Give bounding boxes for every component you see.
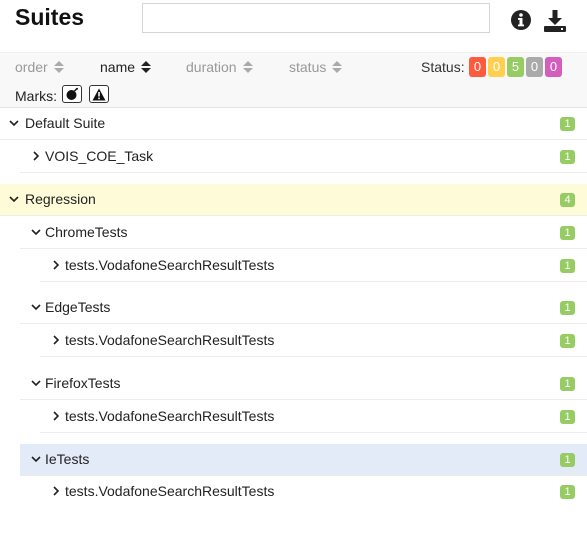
chevron-down-icon <box>31 456 41 463</box>
passed-count-badge: 1 <box>560 226 575 240</box>
chevron-down-icon <box>9 196 19 203</box>
tree-controls: order name duration status Status: 0 0 5… <box>0 52 587 108</box>
sort-duration-label: duration <box>186 59 237 75</box>
sort-name-label: name <box>100 59 136 75</box>
sort-name[interactable]: name <box>100 59 152 75</box>
passed-count-badge: 1 <box>560 453 575 467</box>
sort-icon <box>242 61 253 73</box>
tree-row-ie-tests[interactable]: IeTests 1 <box>20 444 587 476</box>
passed-count-badge: 1 <box>560 259 575 273</box>
passed-count-badge: 1 <box>560 301 575 315</box>
warning-icon <box>92 88 106 100</box>
passed-count-badge: 4 <box>560 193 575 207</box>
chevron-down-icon <box>31 229 41 236</box>
tree-row-label: IeTests <box>45 451 90 467</box>
marks-label: Marks: <box>15 88 57 104</box>
tree-row-edge-vodafone-tests[interactable]: tests.VodafoneSearchResultTests 1 <box>40 325 587 357</box>
sort-order-label: order <box>15 59 48 75</box>
passed-count-badge: 1 <box>560 410 575 424</box>
bomb-icon <box>66 87 78 100</box>
page-title: Suites <box>15 4 85 30</box>
tree-row-label: tests.VodafoneSearchResultTests <box>65 408 275 424</box>
chevron-down-icon <box>31 304 41 311</box>
tree-row-label: tests.VodafoneSearchResultTests <box>65 257 275 273</box>
page-header: Suites <box>0 0 587 52</box>
passed-count-badge: 1 <box>560 377 575 391</box>
tree-row-ie-vodafone-tests[interactable]: tests.VodafoneSearchResultTests 1 <box>40 476 587 508</box>
sort-order[interactable]: order <box>15 59 64 75</box>
tree-row-default-suite[interactable]: Default Suite 1 <box>0 108 587 140</box>
status-label: Status: <box>421 59 465 75</box>
chevron-right-icon <box>53 260 60 270</box>
tree-row-regression[interactable]: Regression 4 <box>0 184 587 216</box>
tree-row-label: tests.VodafoneSearchResultTests <box>65 332 275 348</box>
passed-count-badge: 1 <box>560 117 575 131</box>
status-failed-counter[interactable]: 0 <box>469 57 486 77</box>
tree-row-label: Default Suite <box>25 115 106 131</box>
passed-count-badge: 1 <box>560 150 575 164</box>
sort-status-label: status <box>289 59 327 75</box>
info-icon[interactable] <box>510 9 536 35</box>
tree-row-chrome-tests[interactable]: ChromeTests 1 <box>20 217 587 249</box>
chevron-right-icon <box>53 335 60 345</box>
tree-row-label: Regression <box>25 191 96 207</box>
sort-duration[interactable]: duration <box>186 59 253 75</box>
chevron-down-icon <box>9 120 19 127</box>
tree-row-label: tests.VodafoneSearchResultTests <box>65 483 275 499</box>
passed-count-badge: 1 <box>560 334 575 348</box>
tree-row-label: ChromeTests <box>45 224 128 240</box>
status-broken-counter[interactable]: 0 <box>488 57 505 77</box>
tree-row-label: VOIS_COE_Task <box>45 148 154 164</box>
chevron-right-icon <box>53 411 60 421</box>
tree-row-chrome-vodafone-tests[interactable]: tests.VodafoneSearchResultTests 1 <box>40 250 587 282</box>
sort-icon <box>141 61 152 73</box>
tree-row-firefox-tests[interactable]: FirefoxTests 1 <box>20 368 587 400</box>
status-passed-counter[interactable]: 5 <box>507 57 524 77</box>
status-counters: 0 0 5 0 0 <box>469 57 564 77</box>
chevron-right-icon <box>53 486 60 496</box>
tree-row-edge-tests[interactable]: EdgeTests 1 <box>20 292 587 324</box>
status-skipped-counter[interactable]: 0 <box>526 57 543 77</box>
sort-icon <box>53 61 64 73</box>
tree-row-label: EdgeTests <box>45 299 111 315</box>
search-input[interactable] <box>142 3 490 33</box>
new-failed-mark-toggle[interactable] <box>89 85 109 103</box>
flaky-mark-toggle[interactable] <box>62 85 82 103</box>
download-icon[interactable] <box>543 9 569 35</box>
tree-row-vois-coe-task[interactable]: VOIS_COE_Task 1 <box>20 141 587 173</box>
tree-row-firefox-vodafone-tests[interactable]: tests.VodafoneSearchResultTests 1 <box>40 401 587 433</box>
tree-row-label: FirefoxTests <box>45 375 121 391</box>
chevron-down-icon <box>31 380 41 387</box>
sort-icon <box>332 61 343 73</box>
passed-count-badge: 1 <box>560 485 575 499</box>
sort-status[interactable]: status <box>289 59 343 75</box>
chevron-right-icon <box>33 151 40 161</box>
status-unknown-counter[interactable]: 0 <box>545 57 562 77</box>
